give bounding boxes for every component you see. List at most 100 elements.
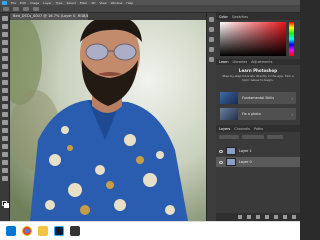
blur-tool-icon[interactable]: [1, 112, 8, 117]
stamp-tool-icon[interactable]: [1, 80, 8, 85]
shape-tool-icon[interactable]: [1, 152, 8, 157]
layer-name: Layer 0: [239, 160, 252, 164]
paragraph-icon[interactable]: [209, 57, 214, 62]
menu-view[interactable]: View: [99, 1, 106, 5]
tab-paths[interactable]: Paths: [254, 127, 263, 131]
card-thumbnail: [220, 108, 238, 120]
photo-image: [10, 20, 206, 221]
pen-tool-icon[interactable]: [1, 128, 8, 133]
crop-tool-icon[interactable]: [1, 48, 8, 53]
blend-mode-select[interactable]: [242, 135, 264, 139]
app-taskbar-icon[interactable]: [70, 226, 80, 236]
layer-row[interactable]: Layer 0: [216, 157, 300, 167]
properties-icon[interactable]: [209, 27, 214, 32]
tab-color[interactable]: Color: [219, 15, 228, 19]
right-panel-dock: Color Swatches Learn Libraries Adjustmen…: [216, 13, 300, 221]
type-tool-icon[interactable]: [1, 136, 8, 141]
layer-filter-select[interactable]: [219, 135, 239, 139]
layer-thumbnail: [226, 147, 236, 155]
file-explorer-icon[interactable]: [38, 226, 48, 236]
learn-card-fundamental-skills[interactable]: Fundamental Skills ›: [220, 92, 296, 104]
color-panel-tabs: Color Swatches: [216, 13, 300, 20]
tab-adjustments[interactable]: Adjustments: [251, 60, 272, 64]
layers-panel-tabs: Layers Channels Paths: [216, 125, 300, 132]
learn-intro: Learn Photoshop Step-by-step tutorials d…: [220, 68, 296, 82]
hue-slider[interactable]: [289, 22, 294, 56]
menu-3d[interactable]: 3D: [91, 1, 95, 5]
menu-image[interactable]: Image: [30, 1, 39, 5]
photoshop-taskbar-icon[interactable]: [54, 226, 64, 236]
menu-type[interactable]: Type: [56, 1, 63, 5]
options-bar: [0, 5, 300, 13]
menu-file[interactable]: File: [11, 1, 16, 5]
option-toggle-icon[interactable]: [33, 6, 39, 11]
card-label: Fundamental Skills: [242, 96, 274, 100]
chrome-icon[interactable]: [22, 226, 32, 236]
eyedropper-tool-icon[interactable]: [1, 56, 8, 61]
color-field[interactable]: [220, 22, 286, 56]
hand-tool-icon[interactable]: [1, 160, 8, 165]
healing-tool-icon[interactable]: [1, 64, 8, 69]
menu-select[interactable]: Select: [67, 1, 76, 5]
photoshop-window: File Edit Image Layer Type Select Filter…: [0, 0, 300, 240]
tools-panel: [0, 13, 10, 221]
panel-icon-column: [206, 13, 216, 221]
tool-preset-icon[interactable]: [13, 6, 19, 11]
learn-subtitle: Step-by-step tutorials directly in the a…: [222, 74, 294, 82]
photoshop-logo-icon: [2, 0, 7, 5]
menu-window[interactable]: Window: [111, 1, 123, 5]
path-select-tool-icon[interactable]: [1, 144, 8, 149]
brush-settings-icon[interactable]: [209, 37, 214, 42]
opacity-field[interactable]: [267, 135, 283, 139]
menu-help[interactable]: Help: [126, 1, 133, 5]
menu-edit[interactable]: Edit: [20, 1, 26, 5]
windows-start-icon[interactable]: [6, 226, 16, 236]
link-icon[interactable]: [238, 215, 242, 219]
option-toggle-icon[interactable]: [23, 6, 29, 11]
learn-card-fix-a-photo[interactable]: Fix a photo ›: [220, 108, 296, 120]
lasso-tool-icon[interactable]: [1, 32, 8, 37]
tab-layers[interactable]: Layers: [219, 127, 230, 131]
move-tool-icon[interactable]: [1, 16, 8, 21]
layers-footer: [216, 213, 300, 221]
trash-icon[interactable]: [292, 215, 296, 219]
layer-controls: [219, 134, 297, 140]
layer-name: Layer 1: [239, 149, 252, 153]
card-label: Fix a photo: [242, 112, 261, 116]
home-icon[interactable]: [3, 6, 9, 11]
layer-thumbnail: [226, 158, 236, 166]
background-color-swatch[interactable]: [4, 203, 9, 208]
character-icon[interactable]: [209, 47, 214, 52]
tab-learn[interactable]: Learn: [219, 60, 228, 64]
menu-layer[interactable]: Layer: [43, 1, 51, 5]
layer-row[interactable]: Layer 1: [216, 146, 300, 156]
chevron-right-icon: ›: [291, 95, 293, 101]
tab-libraries[interactable]: Libraries: [232, 60, 247, 64]
document-tab[interactable]: Bed_DSCs_0007 @ 16.7% (Layer 0, RGB/8#) …: [10, 13, 88, 20]
learn-panel-tabs: Learn Libraries Adjustments: [216, 59, 300, 65]
adjustment-icon[interactable]: [265, 215, 269, 219]
document-canvas[interactable]: [10, 20, 206, 221]
folder-icon[interactable]: [274, 215, 278, 219]
brush-tool-icon[interactable]: [1, 72, 8, 77]
taskbar: [0, 221, 300, 240]
eye-icon[interactable]: [219, 149, 223, 153]
tab-swatches[interactable]: Swatches: [232, 15, 248, 19]
zoom-tool-icon[interactable]: [1, 168, 8, 173]
marquee-tool-icon[interactable]: [1, 24, 8, 29]
mask-icon[interactable]: [256, 215, 260, 219]
eraser-tool-icon[interactable]: [1, 96, 8, 101]
history-icon[interactable]: [209, 17, 214, 22]
more-tools-icon[interactable]: [1, 176, 8, 181]
menu-filter[interactable]: Filter: [80, 1, 87, 5]
history-brush-tool-icon[interactable]: [1, 88, 8, 93]
card-thumbnail: [220, 92, 238, 104]
new-layer-icon[interactable]: [283, 215, 287, 219]
eye-icon[interactable]: [219, 160, 223, 164]
chevron-right-icon: ›: [291, 111, 293, 117]
quick-select-tool-icon[interactable]: [1, 40, 8, 45]
fx-icon[interactable]: [247, 215, 251, 219]
dodge-tool-icon[interactable]: [1, 120, 8, 125]
gradient-tool-icon[interactable]: [1, 104, 8, 109]
tab-channels[interactable]: Channels: [234, 127, 250, 131]
